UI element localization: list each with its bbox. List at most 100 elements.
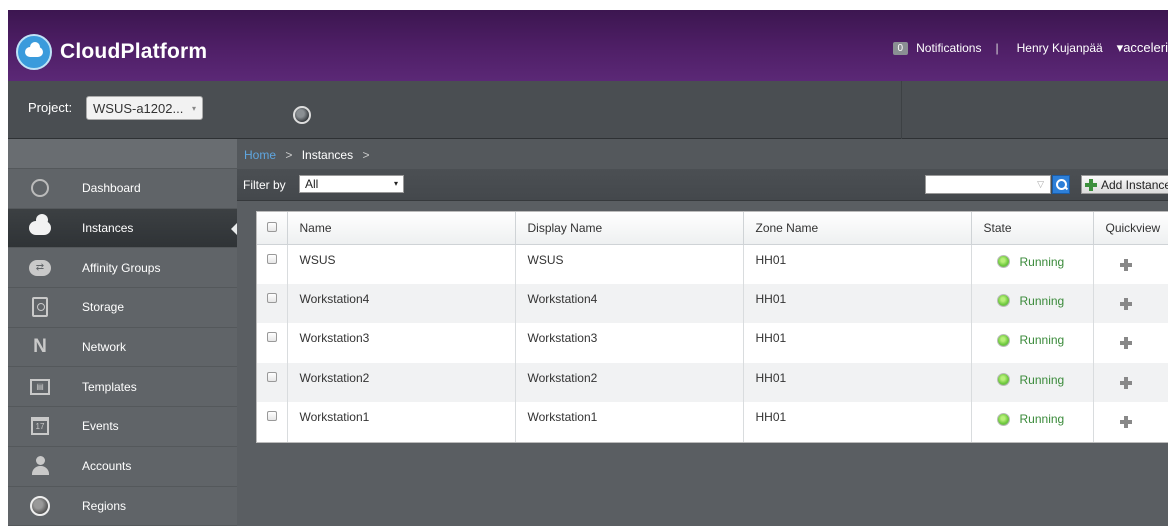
column-header-name[interactable]: Name — [287, 212, 516, 245]
instance-display-name: Workstation2 — [515, 362, 744, 402]
status-badge: Running — [1019, 293, 1065, 308]
notifications-count-badge[interactable]: 0 — [892, 41, 909, 55]
project-label: Project: — [28, 100, 73, 115]
sidebar-item-templates[interactable]: ▤ Templates — [8, 367, 237, 408]
sidebar-item-label: Instances — [82, 221, 134, 236]
org-menu[interactable]: ▾acceleri — [1117, 40, 1168, 56]
instances-table: Name Display Name Zone Name State Quickv… — [256, 211, 1168, 443]
sidebar: Dashboard Instances ⇄ Affinity Groups St… — [8, 139, 238, 526]
sidebar-header — [8, 139, 237, 169]
project-select[interactable]: WSUS-a1202... ▾ — [86, 96, 203, 120]
network-icon: N — [33, 336, 47, 358]
instance-display-name: Workstation1 — [515, 402, 744, 442]
notifications-link[interactable]: Notifications — [916, 41, 981, 55]
status-badge: Running — [1019, 412, 1065, 426]
instance-state-cell: Running — [971, 402, 1094, 442]
top-header: CloudPlatform 0 Notifications | Henry Ku… — [8, 10, 1168, 81]
sidebar-item-network[interactable]: N Network — [8, 328, 237, 368]
search-dropdown-icon[interactable]: ▽ — [1037, 179, 1044, 190]
app-logo[interactable]: CloudPlatform — [16, 34, 207, 70]
instance-state-cell: Running — [971, 362, 1094, 402]
sidebar-item-label: Affinity Groups — [82, 260, 161, 275]
project-bar-divider — [901, 81, 902, 139]
cloud-logo-icon — [16, 34, 52, 70]
search-icon[interactable] — [1052, 175, 1070, 194]
sidebar-item-instances[interactable]: Instances — [8, 208, 238, 249]
sidebar-item-label: Network — [82, 340, 127, 355]
row-select-cell — [257, 402, 288, 442]
instance-state-cell: Running — [971, 283, 1094, 323]
status-badge: Running — [1019, 254, 1065, 269]
table-row[interactable]: Workstation4 Workstation4 HH01 Running — [257, 283, 1168, 323]
instance-name[interactable]: Workstation3 — [287, 323, 516, 363]
quickview-plus-icon[interactable] — [1119, 258, 1132, 271]
instance-display-name: WSUS — [515, 244, 744, 284]
row-checkbox[interactable] — [267, 253, 277, 264]
main-content: Home > Instances > Filter by All ▾ ▽ Add… — [237, 139, 1168, 526]
add-instance-label: Add Instance — [1101, 177, 1168, 192]
regions-icon — [29, 495, 51, 517]
affinity-groups-icon: ⇄ — [29, 257, 51, 279]
sidebar-item-label: Events — [82, 419, 119, 434]
add-instance-button[interactable]: Add Instance — [1081, 175, 1168, 194]
chevron-down-icon: ▾ — [393, 179, 398, 188]
instance-zone: HH01 — [743, 244, 972, 284]
sidebar-item-dashboard[interactable]: Dashboard — [8, 169, 237, 209]
user-menu[interactable]: Henry Kujanpää — [1017, 41, 1103, 55]
sidebar-item-events[interactable]: 17 Events — [8, 407, 237, 447]
app-frame: CloudPlatform 0 Notifications | Henry Ku… — [8, 10, 1168, 526]
table-row[interactable]: Workstation1 Workstation1 HH01 Running — [257, 402, 1168, 442]
table-row[interactable]: WSUS WSUS HH01 Running — [257, 244, 1168, 284]
dashboard-icon — [29, 177, 51, 199]
sidebar-item-affinity-groups[interactable]: ⇄ Affinity Groups — [8, 248, 237, 289]
instance-zone: HH01 — [743, 402, 972, 442]
filter-select-value: All — [305, 177, 319, 191]
app-name: CloudPlatform — [60, 40, 208, 63]
table-row[interactable]: Workstation3 Workstation3 HH01 Running — [257, 323, 1168, 363]
instance-name[interactable]: Workstation4 — [287, 283, 516, 323]
instance-name[interactable]: Workstation2 — [287, 362, 516, 402]
filter-toolbar: Filter by All ▾ ▽ Add Instance — [237, 169, 1168, 201]
column-header-zone-name[interactable]: Zone Name — [743, 212, 972, 245]
row-checkbox[interactable] — [267, 332, 277, 342]
quickview-plus-icon[interactable] — [1119, 416, 1132, 428]
events-icon: 17 — [29, 415, 51, 437]
quickview-plus-icon[interactable] — [1119, 376, 1132, 389]
quickview-cell — [1093, 283, 1168, 323]
globe-icon[interactable] — [293, 106, 311, 124]
breadcrumb-home-link[interactable]: Home — [244, 148, 276, 162]
header-right: 0 Notifications | Henry Kujanpää ▾accele… — [892, 40, 1168, 56]
templates-icon: ▤ — [29, 376, 51, 398]
sidebar-item-accounts[interactable]: Accounts — [8, 447, 237, 487]
accounts-icon — [29, 455, 51, 477]
status-running-icon — [996, 333, 1010, 347]
quickview-plus-icon[interactable] — [1119, 297, 1132, 310]
instance-name[interactable]: WSUS — [287, 244, 516, 284]
column-header-display-name[interactable]: Display Name — [515, 212, 744, 245]
status-badge: Running — [1019, 372, 1065, 387]
status-running-icon — [996, 373, 1010, 386]
instance-zone: HH01 — [743, 323, 972, 363]
chevron-down-icon: ▾ — [191, 103, 196, 113]
column-header-state[interactable]: State — [971, 212, 1094, 245]
table-row[interactable]: Workstation2 Workstation2 HH01 Running — [257, 362, 1168, 402]
instance-name[interactable]: Workstation1 — [287, 402, 516, 442]
sidebar-item-regions[interactable]: Regions — [8, 487, 237, 526]
quickview-cell — [1093, 362, 1168, 402]
select-all-checkbox[interactable] — [267, 221, 277, 232]
sidebar-item-storage[interactable]: Storage — [8, 288, 237, 328]
quickview-cell — [1093, 244, 1168, 284]
sidebar-item-label: Storage — [82, 300, 125, 315]
filter-select[interactable]: All ▾ — [299, 175, 404, 193]
status-badge: Running — [1019, 333, 1065, 347]
sidebar-item-label: Accounts — [82, 459, 132, 474]
row-checkbox[interactable] — [267, 411, 277, 421]
quickview-plus-icon[interactable] — [1119, 337, 1132, 349]
row-checkbox[interactable] — [267, 292, 277, 303]
row-checkbox[interactable] — [267, 371, 277, 382]
quickview-cell — [1093, 323, 1168, 363]
column-header-quickview: Quickview — [1093, 212, 1168, 245]
search-input[interactable]: ▽ — [925, 175, 1051, 194]
breadcrumb-current[interactable]: Instances — [302, 148, 353, 162]
instance-state-cell: Running — [971, 323, 1094, 363]
